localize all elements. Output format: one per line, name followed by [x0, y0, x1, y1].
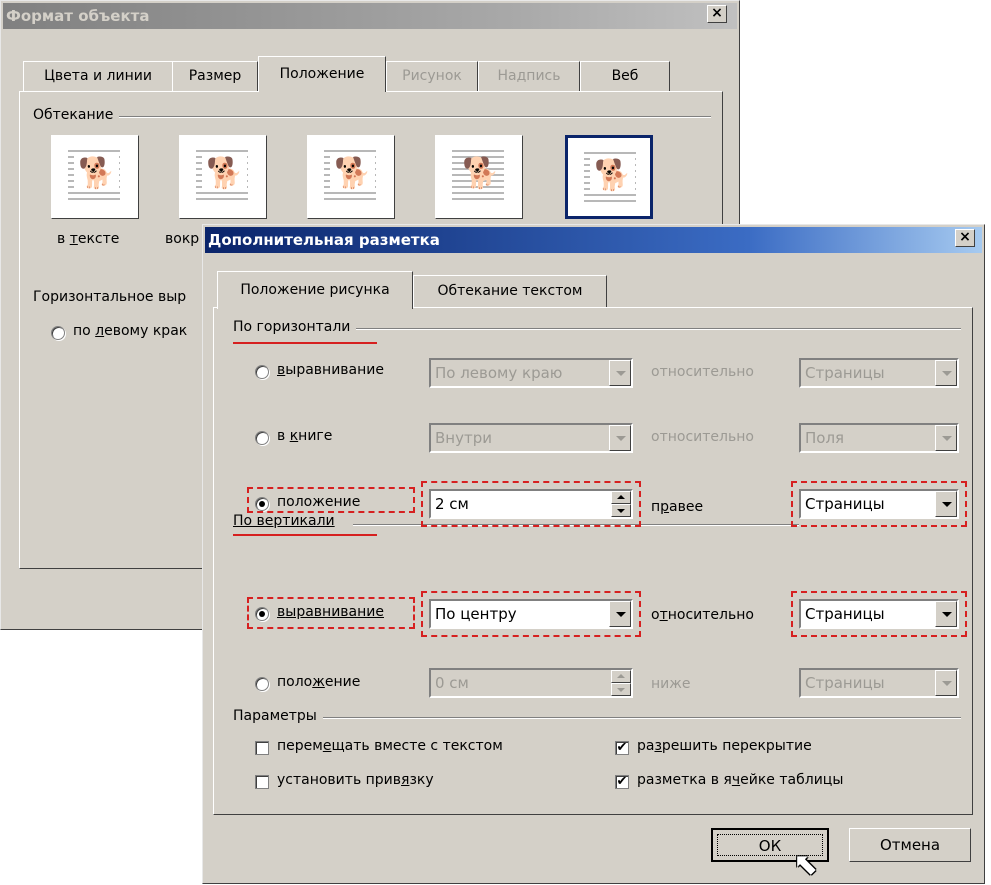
- vertical-group-label: По вертикали: [233, 513, 339, 529]
- tab-size[interactable]: Размер: [172, 61, 258, 91]
- v-alignment-rel-highlight: [791, 591, 967, 637]
- h-book-radio[interactable]: [255, 431, 269, 445]
- wrap-group-line: [33, 116, 711, 118]
- h-alignment-rel-value: Страницы: [805, 364, 885, 382]
- horizontal-group-label: По горизонтали: [233, 319, 357, 335]
- spin-up-icon[interactable]: [611, 670, 631, 683]
- tab-colors-lines[interactable]: Цвета и линии: [23, 61, 173, 91]
- chevron-down-icon[interactable]: [609, 425, 631, 451]
- wrap-square-option[interactable]: 🐕: [179, 135, 267, 219]
- h-position-rel-highlight: [791, 481, 967, 527]
- h-book-value: Внутри: [435, 429, 492, 447]
- v-position-rel-select[interactable]: Страницы: [799, 668, 959, 698]
- tab-picture[interactable]: Рисунок: [386, 61, 478, 91]
- h-book-select[interactable]: Внутри: [429, 423, 633, 453]
- h-alignment-radio[interactable]: [255, 365, 269, 379]
- wrap-square-label: вокр: [165, 231, 200, 247]
- dog-icon: 🐕: [202, 156, 248, 192]
- h-alignment-value: По левому краю: [435, 364, 563, 382]
- tab-picture-position[interactable]: Положение рисунка: [217, 271, 413, 309]
- v-position-value: 0 см: [435, 674, 469, 692]
- ok-button-label: ОК: [758, 837, 782, 855]
- params-group-line: [233, 717, 961, 719]
- v-position-label: положение: [277, 674, 361, 690]
- tab-web[interactable]: Веб: [580, 61, 670, 91]
- close-icon[interactable]: ×: [707, 5, 727, 23]
- v-position-radio[interactable]: [255, 677, 269, 691]
- chevron-down-icon[interactable]: [935, 670, 957, 696]
- h-position-spin-highlight: [421, 481, 641, 527]
- v-alignment-rel-label: относительно: [651, 607, 754, 623]
- params-group-label: Параметры: [233, 708, 323, 724]
- tab-textbox[interactable]: Надпись: [478, 61, 580, 91]
- format-object-title: Формат объекта: [6, 7, 150, 25]
- v-alignment-select-highlight: [421, 591, 641, 637]
- move-with-text-checkbox[interactable]: [255, 741, 269, 755]
- mouse-cursor-icon: ⬉: [793, 847, 819, 882]
- spinner[interactable]: [611, 670, 631, 696]
- wrap-group-label: Обтекание: [33, 107, 120, 123]
- h-book-rel-label: относительно: [651, 429, 754, 445]
- h-book-label: в книге: [277, 428, 333, 444]
- lock-anchor-label: установить привязку: [277, 772, 434, 788]
- wrap-inline-label: в тексте: [57, 231, 120, 247]
- allow-overlap-checkbox[interactable]: ✔: [615, 741, 629, 755]
- h-position-rel-label: правее: [651, 499, 704, 515]
- dog-icon: 🐕: [330, 156, 376, 192]
- cancel-button[interactable]: Отмена: [849, 828, 971, 862]
- h-position-radio-highlight: [247, 487, 415, 513]
- horizontal-align-group-label: Горизонтальное выр: [33, 289, 187, 305]
- close-icon[interactable]: ×: [955, 229, 975, 247]
- h-alignment-rel-select[interactable]: Страницы: [799, 358, 959, 388]
- wrap-front-option[interactable]: 🐕: [565, 135, 653, 219]
- move-with-text-label: перемещать вместе с текстом: [277, 738, 503, 754]
- advanced-layout-dialog: Дополнительная разметка × Положение рису…: [202, 224, 985, 884]
- v-alignment-radio-highlight: [247, 597, 415, 629]
- tab-text-wrapping[interactable]: Обтекание текстом: [413, 275, 607, 307]
- wrap-behind-option[interactable]: 🐕: [435, 135, 523, 219]
- layout-in-table-cell-label: разметка в ячейке таблицы: [637, 772, 844, 788]
- h-book-rel-value: Поля: [805, 429, 845, 447]
- wrap-inline-option[interactable]: 🐕: [51, 135, 139, 219]
- h-alignment-label: выравнивание: [277, 362, 384, 378]
- horizontal-underline-annotation: [233, 342, 377, 344]
- left-align-radio[interactable]: [51, 326, 65, 340]
- dog-icon: 🐕: [74, 156, 120, 192]
- left-align-label: по левому крак: [73, 323, 188, 339]
- advanced-layout-title: Дополнительная разметка: [208, 231, 440, 249]
- tab-position[interactable]: Положение: [258, 56, 386, 92]
- chevron-down-icon[interactable]: [935, 425, 957, 451]
- wrap-tight-option[interactable]: 🐕: [307, 135, 395, 219]
- lock-anchor-checkbox[interactable]: [255, 775, 269, 789]
- v-position-spin[interactable]: 0 см: [429, 668, 633, 698]
- format-object-titlebar[interactable]: Формат объекта: [3, 3, 737, 29]
- h-book-rel-select[interactable]: Поля: [799, 423, 959, 453]
- layout-in-table-cell-checkbox[interactable]: ✔: [615, 775, 629, 789]
- chevron-down-icon[interactable]: [609, 360, 631, 386]
- h-alignment-rel-label: относительно: [651, 364, 754, 380]
- v-position-rel-label: ниже: [651, 676, 691, 692]
- h-alignment-select[interactable]: По левому краю: [429, 358, 633, 388]
- v-position-rel-value: Страницы: [805, 674, 885, 692]
- spin-down-icon[interactable]: [611, 683, 631, 696]
- advanced-layout-titlebar[interactable]: Дополнительная разметка: [205, 227, 982, 253]
- chevron-down-icon[interactable]: [935, 360, 957, 386]
- allow-overlap-label: разрешить перекрытие: [637, 738, 812, 754]
- dog-icon: 🐕: [462, 156, 500, 191]
- cancel-button-label: Отмена: [879, 836, 941, 854]
- dog-icon: 🐕: [590, 158, 636, 194]
- vertical-underline-annotation: [233, 534, 377, 536]
